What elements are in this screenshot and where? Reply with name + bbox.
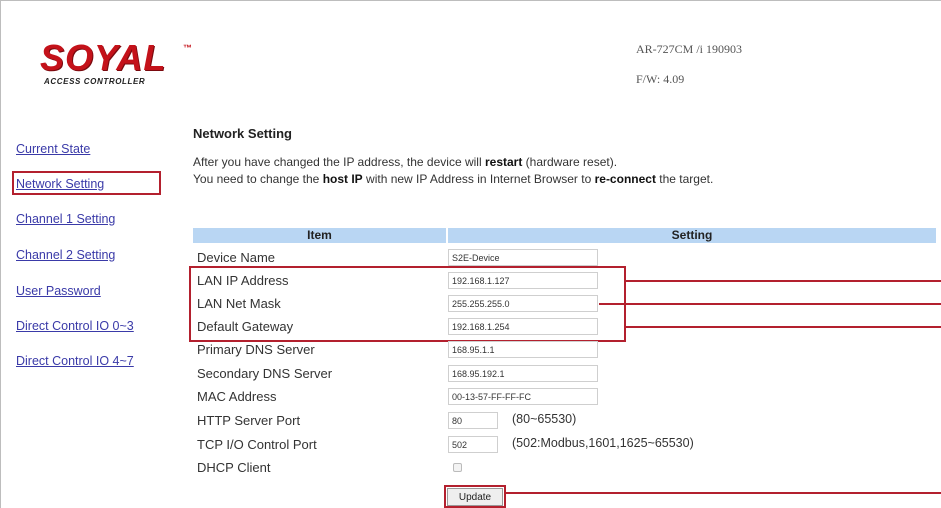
http-server-port-input[interactable] — [448, 412, 498, 429]
sidebar-item-user-password[interactable]: User Password — [16, 284, 101, 298]
callout-line-lan-ip — [626, 280, 941, 282]
table-header-item: Item — [193, 228, 446, 243]
table-header-setting: Setting — [448, 228, 936, 243]
sidebar-item-direct-control-io-0-3[interactable]: Direct Control IO 0~3 — [16, 319, 134, 333]
firmware-version: F/W: 4.09 — [636, 72, 685, 86]
label-device-name: Device Name — [197, 250, 276, 265]
secondary-dns-server-input[interactable] — [448, 365, 598, 382]
sidebar-item-direct-control-io-4-7[interactable]: Direct Control IO 4~7 — [16, 354, 134, 368]
logo-subtitle: ACCESS CONTROLLER — [44, 77, 146, 86]
highlight-box-network-setting — [12, 171, 161, 195]
window-frame-left — [0, 0, 1, 508]
label-dhcp-client: DHCP Client — [197, 460, 271, 475]
note-text: You need to change the — [193, 172, 323, 186]
window-frame-top — [0, 0, 941, 1]
device-model: AR-727CM /i 190903 — [636, 42, 743, 56]
label-http-server-port: HTTP Server Port — [197, 413, 301, 428]
sidebar-item-channel-1-setting[interactable]: Channel 1 Setting — [16, 212, 115, 226]
note-text: the target. — [655, 172, 714, 186]
note-text: (hardware reset). — [522, 155, 618, 169]
note-bold-restart: restart — [484, 155, 523, 169]
logo-trademark: ™ — [183, 43, 192, 53]
primary-dns-server-input[interactable] — [448, 341, 598, 358]
label-secondary-dns-server: Secondary DNS Server — [197, 366, 333, 381]
note-line-1: After you have changed the IP address, t… — [193, 155, 617, 169]
sidebar-item-channel-2-setting[interactable]: Channel 2 Setting — [16, 248, 115, 262]
note-line-2: You need to change the host IP with new … — [193, 172, 713, 186]
tcp-port-range: (502:Modbus,1601,1625~65530) — [512, 436, 694, 450]
callout-line-gateway — [626, 326, 941, 328]
page-title: Network Setting — [193, 126, 292, 141]
note-text: with new IP Address in Internet Browser … — [362, 172, 595, 186]
mac-address-input[interactable] — [448, 388, 598, 405]
http-port-range: (80~65530) — [512, 412, 577, 426]
logo-text: SOYAL — [40, 37, 167, 78]
note-bold-reconnect: re-connect — [594, 172, 656, 186]
label-mac-address: MAC Address — [197, 389, 277, 404]
label-tcp-io-control-port: TCP I/O Control Port — [197, 437, 317, 452]
highlight-box-update — [444, 485, 506, 508]
device-name-input[interactable] — [448, 249, 598, 266]
callout-line-net-mask — [599, 303, 941, 305]
sidebar-item-current-state[interactable]: Current State — [16, 142, 90, 156]
soyal-logo: SOYAL ™ ACCESS CONTROLLER — [40, 37, 192, 90]
callout-line-update — [506, 492, 941, 494]
label-primary-dns-server: Primary DNS Server — [197, 342, 315, 357]
note-bold-host-ip: host IP — [322, 172, 363, 186]
highlight-box-ip-settings — [189, 266, 626, 342]
note-text: After you have changed the IP address, t… — [193, 155, 485, 169]
tcp-io-control-port-input[interactable] — [448, 436, 498, 453]
dhcp-client-checkbox[interactable] — [453, 463, 462, 472]
